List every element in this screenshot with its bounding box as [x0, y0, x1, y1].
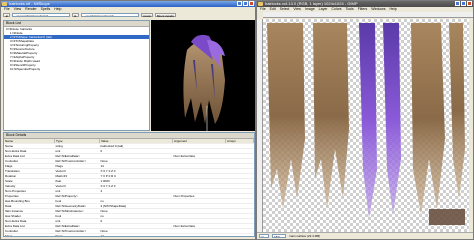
menu-spells[interactable]: Spells	[41, 7, 51, 12]
image-canvas[interactable]	[263, 19, 469, 233]
maximize-icon[interactable]	[461, 1, 466, 6]
table-cell: Flags	[54, 233, 100, 236]
block-list-rows: 0 NiNode: hairlocks 1 NiNode 2 NiTriShape:…	[4, 27, 149, 71]
block-details-panel: Block Details Name Type Value Argument A…	[3, 132, 255, 237]
assist-button[interactable]: Assist	[140, 12, 153, 18]
save-path-field[interactable]: ...eres\hairs\meshes\nf	[80, 12, 139, 17]
load-path-field[interactable]: ...ssenes\hairs\meshes\nf	[11, 12, 70, 17]
minimize-icon[interactable]	[455, 1, 460, 6]
block-details-table: Name Type Value Argument Array1 Name stri…	[4, 139, 254, 236]
close-icon[interactable]	[249, 1, 254, 6]
gimp-window-controls	[455, 1, 472, 6]
gimp-menu-item[interactable]: Tools	[346, 7, 354, 12]
gimp-menu-item[interactable]: Select	[280, 7, 290, 12]
hair-model-render	[183, 34, 225, 131]
unit-select[interactable]: px	[259, 234, 269, 238]
gimp-title: hairlocks.xcf-13.0 (RGB, 1 layer) 1024x1…	[265, 1, 358, 6]
gimp-menu-item[interactable]: File	[260, 7, 266, 12]
menu-render[interactable]: Render	[25, 7, 36, 12]
gimp-statusbar: px 18% main surface (23.4 MB)	[257, 232, 473, 239]
table-cell: 14	[99, 233, 173, 236]
gimp-app-icon	[258, 2, 263, 6]
gimp-menu-item[interactable]: Help	[389, 7, 396, 12]
block-details-rows: Name string hairlocks2:0 (tail) Num Extra D…	[4, 143, 254, 236]
gimp-menu-item[interactable]: Edit	[270, 7, 276, 12]
gimp-menu-item[interactable]: Image	[305, 7, 315, 12]
close-icon[interactable]	[467, 1, 472, 6]
gimp-window: hairlocks.xcf-13.0 (RGB, 1 layer) 1024x1…	[256, 0, 474, 240]
nifskope-window: hairlocks.nif - NifSkope File View Rende…	[0, 0, 256, 240]
maximize-icon[interactable]	[243, 1, 248, 6]
gimp-menu-item[interactable]: Colors	[331, 7, 341, 12]
horizontal-ruler[interactable]	[263, 12, 473, 18]
block-list-item[interactable]: 10 NiSpecularProperty	[4, 67, 149, 71]
gimp-menu-item[interactable]: Windows	[371, 7, 385, 12]
minimize-icon[interactable]	[237, 1, 242, 6]
table-cell	[172, 233, 226, 236]
load-button[interactable]: ◄	[3, 12, 10, 18]
status-message: main surface (23.4 MB)	[289, 234, 321, 238]
gimp-menu-item[interactable]: Filters	[358, 7, 368, 12]
zoom-select[interactable]: 18%	[272, 234, 286, 238]
table-cell	[225, 233, 254, 236]
nifskope-titlebar: hairlocks.nif - NifSkope	[1, 1, 255, 7]
hair-texture-image	[267, 23, 465, 225]
menu-file[interactable]: File	[4, 7, 10, 12]
block-list-panel: Block List 0 NiNode: hairlocks 1 NiNode 2 …	[3, 20, 150, 131]
render-viewport[interactable]	[151, 20, 255, 131]
save-button[interactable]: ►	[71, 12, 79, 18]
gimp-menu-item[interactable]: Layer	[319, 7, 328, 12]
gimp-menu-item[interactable]: View	[293, 7, 301, 12]
nifskope-toolbar: ◄ ...ssenes\hairs\meshes\nf ► ...eres\ha…	[1, 12, 255, 18]
menu-help[interactable]: Help	[54, 7, 61, 12]
block-details-button[interactable]: Block details	[154, 12, 176, 18]
nifskope-app-icon	[2, 2, 7, 6]
table-row[interactable]: Flags Flags 14	[4, 233, 254, 236]
table-cell: Flags	[4, 233, 55, 236]
gimp-titlebar: hairlocks.xcf-13.0 (RGB, 1 layer) 1024x1…	[257, 1, 473, 7]
nifskope-title: hairlocks.nif - NifSkope	[9, 1, 50, 6]
window-controls	[237, 1, 254, 6]
menu-view[interactable]: View	[14, 7, 22, 12]
